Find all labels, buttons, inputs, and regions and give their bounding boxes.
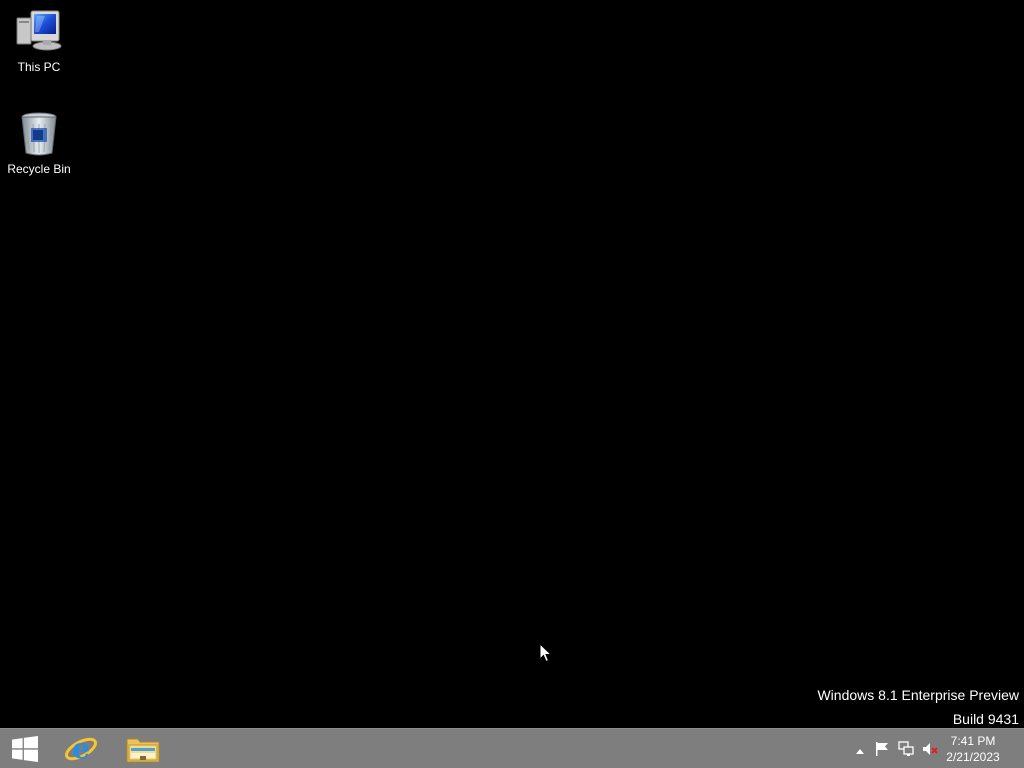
- desktop-icon-this-pc[interactable]: This PC: [1, 8, 77, 74]
- svg-text:e: e: [72, 732, 90, 765]
- internet-explorer-icon: e: [64, 732, 98, 765]
- start-button[interactable]: [0, 729, 50, 768]
- file-explorer-taskbar-button[interactable]: [120, 729, 166, 768]
- windows-version-watermark: Windows 8.1 Enterprise Preview Build 943…: [817, 683, 1019, 731]
- desktop-icon-label: Recycle Bin: [7, 162, 71, 176]
- internet-explorer-taskbar-button[interactable]: e: [58, 729, 104, 768]
- clock-date: 2/21/2023: [946, 750, 1000, 764]
- desktop-icon-recycle-bin[interactable]: Recycle Bin: [1, 110, 77, 176]
- desktop-icon-label: This PC: [17, 60, 61, 74]
- chevron-up-icon[interactable]: [852, 743, 868, 759]
- clock-time: 7:41 PM: [950, 734, 996, 748]
- recycle-bin-icon: [21, 112, 57, 156]
- mouse-cursor-icon: [539, 643, 553, 663]
- network-icon[interactable]: [898, 741, 914, 757]
- clock[interactable]: 7:41 PM 2/21/2023: [938, 733, 1008, 765]
- volume-muted-icon[interactable]: [922, 741, 938, 757]
- windows-logo-icon: [12, 736, 38, 762]
- watermark-edition: Windows 8.1 Enterprise Preview: [817, 687, 1019, 703]
- flag-icon[interactable]: [874, 741, 890, 757]
- taskbar[interactable]: e 7:41 PM 2/21/2023: [0, 728, 1024, 768]
- system-tray: 7:41 PM 2/21/2023: [844, 729, 1024, 768]
- desktop[interactable]: This PC Recycle Bin Windows 8.1 Enterpri…: [0, 0, 1024, 728]
- computer-icon: [16, 10, 62, 51]
- folder-icon: [126, 738, 160, 763]
